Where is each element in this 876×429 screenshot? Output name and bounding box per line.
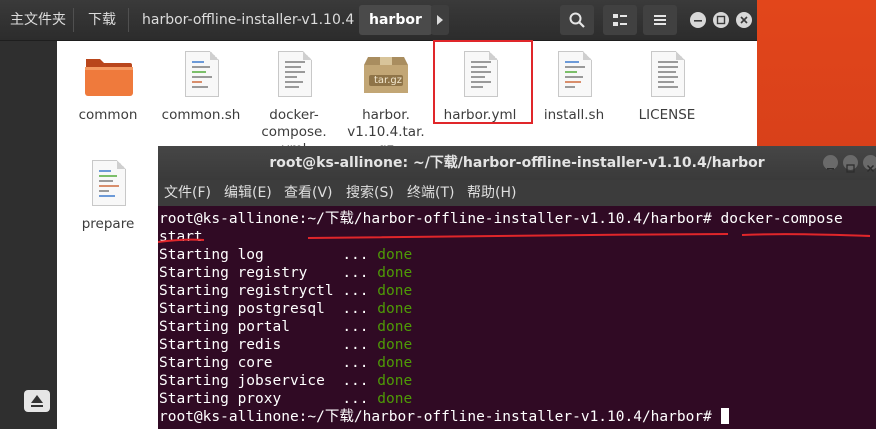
status-done: done	[377, 337, 413, 353]
terminal-window: root@ks-allinone: ~/下载/harbor-offline-in…	[158, 146, 876, 429]
maximize-button[interactable]	[713, 12, 729, 28]
terminal-minimize-button[interactable]	[823, 155, 838, 170]
status-done: done	[377, 373, 413, 389]
file-label: common	[78, 107, 138, 123]
terminal-line: Starting core ... done	[159, 355, 413, 371]
view-toggle-button[interactable]	[603, 5, 637, 35]
breadcrumb-separator	[128, 8, 129, 32]
file-label: install.sh	[543, 107, 605, 123]
breadcrumb-separator	[73, 8, 74, 32]
file-manager-headerbar: 主文件夹 下载 harbor-offline-installer-v1.10.4…	[0, 0, 757, 41]
chevron-right-icon	[437, 15, 443, 25]
terminal-line-prompt: root@ks-allinone:~/下载/harbor-offline-ins…	[159, 408, 876, 426]
eject-button[interactable]	[24, 390, 50, 412]
breadcrumb-home[interactable]: 主文件夹	[0, 5, 76, 35]
file-label: common.sh	[161, 107, 241, 123]
menu-button[interactable]	[643, 5, 677, 35]
status-done: done	[377, 301, 413, 317]
text-file-icon	[175, 49, 227, 105]
terminal-line: Starting proxy ... done	[159, 391, 413, 407]
file-label-line: v1.10.4.tar.	[347, 124, 425, 140]
breadcrumb-downloads[interactable]: 下载	[78, 5, 126, 35]
file-label: prepare	[81, 216, 135, 232]
status-done: done	[377, 355, 413, 371]
terminal-line: Starting portal ... done	[159, 319, 413, 335]
command-text: docker-compose	[711, 211, 843, 227]
search-button[interactable]	[560, 5, 594, 35]
breadcrumb-installer[interactable]: harbor-offline-installer-v1.10.4	[132, 5, 364, 35]
file-label: LICENSE	[638, 107, 696, 123]
search-icon	[569, 12, 585, 28]
file-label-line: compose.	[261, 124, 327, 140]
breadcrumb-next-button[interactable]	[431, 5, 449, 35]
status-done: done	[377, 319, 413, 335]
breadcrumb-harbor[interactable]: harbor	[359, 5, 432, 35]
status-done: done	[377, 391, 413, 407]
terminal-title: root@ks-allinone: ~/下载/harbor-offline-in…	[269, 155, 765, 171]
menu-terminal[interactable]: 终端(T)	[407, 180, 454, 206]
close-icon	[866, 164, 875, 173]
terminal-line: Starting jobservice ... done	[159, 373, 413, 389]
terminal-line: Starting postgresql ... done	[159, 301, 413, 317]
folder-icon	[82, 49, 134, 105]
terminal-menubar: 文件(F) 编辑(E) 查看(V) 搜索(S) 终端(T) 帮助(H)	[158, 180, 876, 206]
menu-view[interactable]: 查看(V)	[284, 180, 333, 206]
text-file-icon	[268, 49, 320, 105]
terminal-line-command: root@ks-allinone:~/下载/harbor-offline-ins…	[159, 210, 876, 228]
annotation-underline	[158, 233, 871, 243]
status-done: done	[377, 283, 413, 299]
menu-search[interactable]: 搜索(S)	[346, 180, 394, 206]
file-item-prepare[interactable]: prepare	[63, 158, 153, 233]
text-file-icon	[548, 49, 600, 105]
close-icon	[740, 16, 748, 24]
file-label-line: docker-	[269, 107, 319, 123]
file-item-harbor-tar-gz[interactable]: tar.gz harbor. v1.10.4.tar. gz	[341, 49, 431, 158]
terminal-line: Starting registryctl ... done	[159, 283, 413, 299]
file-label-line: harbor.	[362, 107, 410, 123]
file-item-install-sh[interactable]: install.sh	[529, 49, 619, 124]
eject-icon	[31, 395, 43, 407]
text-file-icon	[82, 158, 134, 214]
menu-file[interactable]: 文件(F)	[164, 180, 211, 206]
sidebar	[0, 41, 57, 429]
close-button[interactable]	[736, 12, 752, 28]
menu-help[interactable]: 帮助(H)	[467, 180, 516, 206]
file-item-docker-compose-yml[interactable]: docker- compose. yml	[249, 49, 339, 158]
shell-prompt: root@ks-allinone:~/下载/harbor-offline-ins…	[159, 409, 712, 425]
terminal-maximize-button[interactable]	[843, 155, 858, 173]
maximize-icon	[716, 15, 726, 25]
text-file-icon	[641, 49, 693, 105]
minimize-button[interactable]	[690, 12, 706, 28]
status-done: done	[377, 265, 413, 281]
highlight-annotation-box	[433, 40, 533, 124]
terminal-line: Starting redis ... done	[159, 337, 413, 353]
file-item-common[interactable]: common	[63, 49, 153, 124]
terminal-close-button[interactable]	[863, 155, 876, 173]
terminal-cursor	[720, 408, 729, 424]
terminal-titlebar: root@ks-allinone: ~/下载/harbor-offline-in…	[158, 146, 876, 180]
maximize-icon	[846, 164, 855, 173]
menu-edit[interactable]: 编辑(E)	[224, 180, 272, 206]
terminal-line: Starting registry ... done	[159, 265, 413, 281]
hamburger-icon	[654, 15, 666, 25]
minimize-icon	[694, 20, 702, 22]
minimize-icon	[827, 168, 834, 170]
file-item-common-sh[interactable]: common.sh	[156, 49, 246, 124]
archive-icon: tar.gz	[360, 49, 412, 105]
file-item-license[interactable]: LICENSE	[622, 49, 712, 124]
archive-badge: tar.gz	[373, 75, 403, 86]
grid-view-icon	[613, 14, 627, 26]
shell-prompt: root@ks-allinone:~/下载/harbor-offline-ins…	[159, 211, 712, 227]
